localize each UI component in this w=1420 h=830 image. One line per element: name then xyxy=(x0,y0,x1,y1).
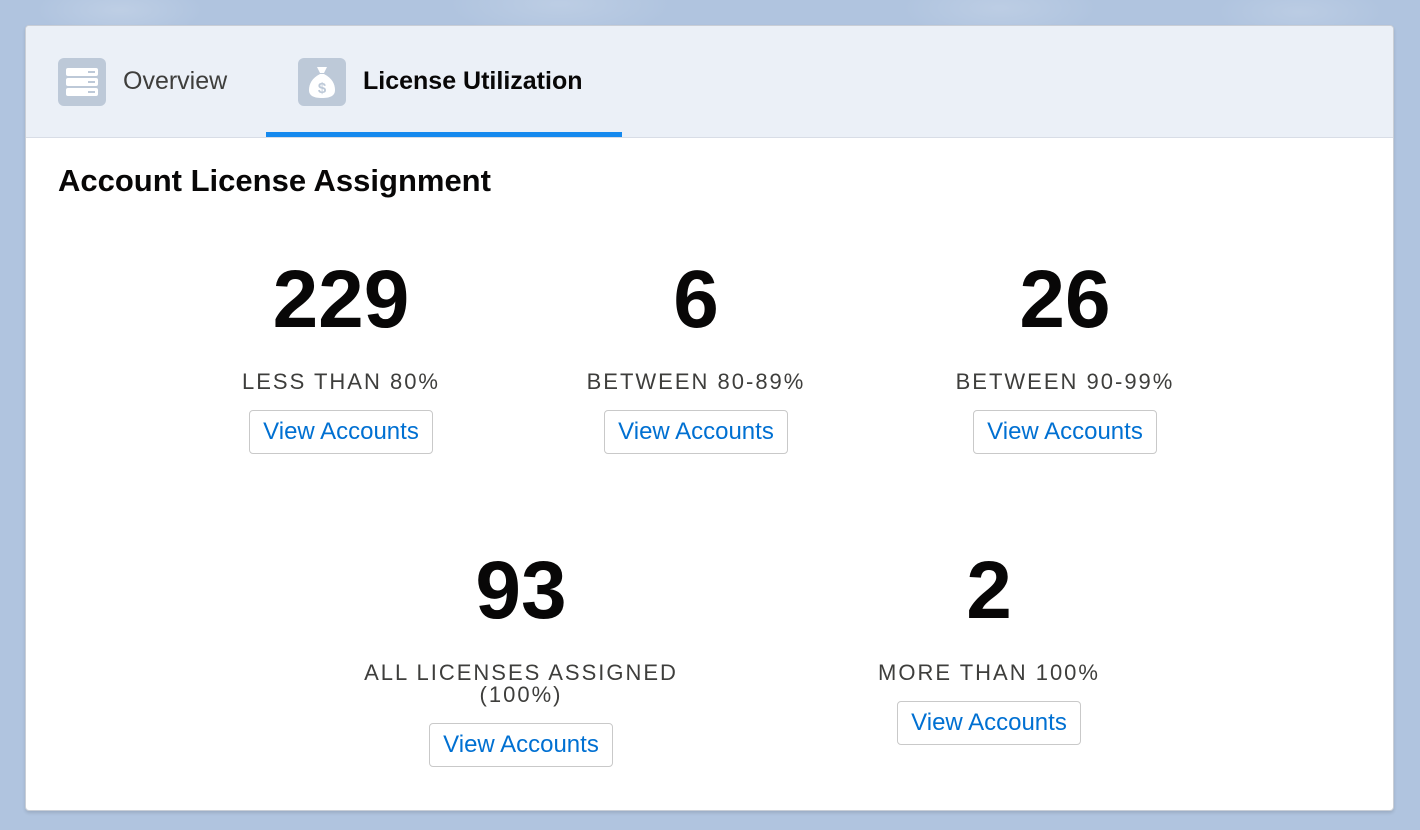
list-icon xyxy=(58,57,106,106)
tab-overview[interactable]: Overview xyxy=(58,26,227,137)
metric-between-90-99: 26 BETWEEN 90-99% View Accounts xyxy=(885,259,1245,454)
metric-value: 6 xyxy=(673,254,719,345)
tab-overview-label: Overview xyxy=(123,67,228,95)
metric-more-than-100: 2 MORE THAN 100% View Accounts xyxy=(809,550,1169,745)
section-title: Account License Assignment xyxy=(58,163,491,198)
view-accounts-button[interactable]: View Accounts xyxy=(973,410,1157,454)
metric-label: ALL LICENSES ASSIGNED (100%) xyxy=(364,660,678,707)
metric-value: 2 xyxy=(966,545,1012,636)
tab-bar: Overview $ License Utilization xyxy=(26,26,1393,138)
tab-license-utilization-label: License Utilization xyxy=(363,67,583,95)
metric-value: 26 xyxy=(1019,254,1111,345)
active-tab-indicator xyxy=(266,132,622,137)
metric-label: BETWEEN 80-89% xyxy=(586,369,806,394)
metric-label: LESS THAN 80% xyxy=(241,369,440,394)
license-card: Overview $ License Utilization Account L… xyxy=(25,25,1394,811)
money-bag-icon: $ xyxy=(298,57,346,106)
view-accounts-button[interactable]: View Accounts xyxy=(604,410,788,454)
tab-license-utilization[interactable]: $ License Utilization xyxy=(266,26,622,137)
svg-text:$: $ xyxy=(318,80,327,97)
view-accounts-button[interactable]: View Accounts xyxy=(429,723,613,767)
metric-value: 229 xyxy=(272,254,410,345)
metric-value: 93 xyxy=(475,545,567,636)
view-accounts-button[interactable]: View Accounts xyxy=(249,410,433,454)
view-accounts-button[interactable]: View Accounts xyxy=(897,701,1081,745)
metric-label: MORE THAN 100% xyxy=(878,660,1100,685)
metric-less-than-80: 229 LESS THAN 80% View Accounts xyxy=(161,259,521,454)
metric-label: BETWEEN 90-99% xyxy=(955,369,1175,394)
metric-between-80-89: 6 BETWEEN 80-89% View Accounts xyxy=(516,259,876,454)
metric-all-licenses-assigned: 93 ALL LICENSES ASSIGNED (100%) View Acc… xyxy=(341,550,701,767)
